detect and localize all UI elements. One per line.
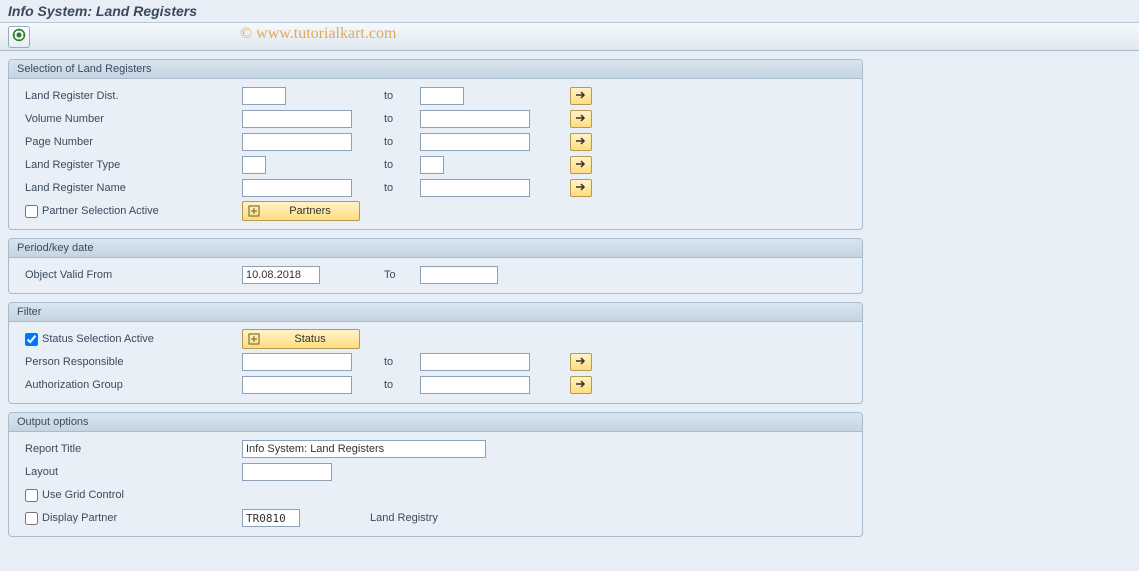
- label-report-title: Report Title: [17, 443, 242, 455]
- land-register-dist-to-input[interactable]: [420, 87, 464, 105]
- display-partner-desc: Land Registry: [370, 512, 438, 524]
- arrow-right-icon: [575, 379, 587, 392]
- person-from-input[interactable]: [242, 353, 352, 371]
- label-status-active: Status Selection Active: [17, 333, 242, 346]
- group-filter-header: Filter: [9, 303, 862, 322]
- auth-from-input[interactable]: [242, 376, 352, 394]
- group-selection-header: Selection of Land Registers: [9, 60, 862, 79]
- multi-select-page-button[interactable]: [570, 133, 592, 151]
- group-output-header: Output options: [9, 413, 862, 432]
- expand-icon: [247, 204, 261, 218]
- land-register-dist-from-input[interactable]: [242, 87, 286, 105]
- label-page-number: Page Number: [17, 136, 242, 148]
- multi-select-name-button[interactable]: [570, 179, 592, 197]
- execute-icon: [12, 28, 26, 45]
- report-title-input[interactable]: [242, 440, 486, 458]
- expand-icon: [247, 332, 261, 346]
- watermark: © www.tutorialkart.com: [240, 25, 396, 43]
- label-land-register-dist: Land Register Dist.: [17, 90, 242, 102]
- to-label: to: [372, 159, 420, 171]
- multi-select-dist-button[interactable]: [570, 87, 592, 105]
- auth-to-input[interactable]: [420, 376, 530, 394]
- grid-checkbox[interactable]: [25, 489, 38, 502]
- to-label: to: [372, 182, 420, 194]
- multi-select-auth-button[interactable]: [570, 376, 592, 394]
- arrow-right-icon: [575, 136, 587, 149]
- person-to-input[interactable]: [420, 353, 530, 371]
- to-label: to: [372, 379, 420, 391]
- to-label: to: [372, 356, 420, 368]
- partner-active-checkbox[interactable]: [25, 205, 38, 218]
- partner-active-text: Partner Selection Active: [42, 205, 159, 217]
- to-label: to: [372, 136, 420, 148]
- label-land-register-name: Land Register Name: [17, 182, 242, 194]
- arrow-right-icon: [575, 159, 587, 172]
- volume-to-input[interactable]: [420, 110, 530, 128]
- volume-from-input[interactable]: [242, 110, 352, 128]
- name-to-input[interactable]: [420, 179, 530, 197]
- to-label: To: [372, 269, 420, 281]
- to-label: to: [372, 90, 420, 102]
- type-from-input[interactable]: [242, 156, 266, 174]
- label-land-register-type: Land Register Type: [17, 159, 242, 171]
- page-to-input[interactable]: [420, 133, 530, 151]
- partners-btn-label: Partners: [265, 205, 355, 217]
- display-partner-checkbox[interactable]: [25, 512, 38, 525]
- label-partner-active: Partner Selection Active: [17, 205, 242, 218]
- display-partner-code-input[interactable]: [242, 509, 300, 527]
- content-area: Selection of Land Registers Land Registe…: [0, 51, 1139, 553]
- label-layout: Layout: [17, 466, 242, 478]
- label-volume-number: Volume Number: [17, 113, 242, 125]
- type-to-input[interactable]: [420, 156, 444, 174]
- valid-to-input[interactable]: [420, 266, 498, 284]
- partners-button[interactable]: Partners: [242, 201, 360, 221]
- group-period-header: Period/key date: [9, 239, 862, 258]
- group-period: Period/key date Object Valid From To: [8, 238, 863, 294]
- status-active-checkbox[interactable]: [25, 333, 38, 346]
- to-label: to: [372, 113, 420, 125]
- name-from-input[interactable]: [242, 179, 352, 197]
- layout-input[interactable]: [242, 463, 332, 481]
- label-auth-group: Authorization Group: [17, 379, 242, 391]
- multi-select-person-button[interactable]: [570, 353, 592, 371]
- page-from-input[interactable]: [242, 133, 352, 151]
- status-active-text: Status Selection Active: [42, 333, 154, 345]
- page-title: Info System: Land Registers: [0, 0, 1139, 23]
- execute-button[interactable]: [8, 26, 30, 48]
- arrow-right-icon: [575, 356, 587, 369]
- arrow-right-icon: [575, 113, 587, 126]
- group-selection: Selection of Land Registers Land Registe…: [8, 59, 863, 230]
- arrow-right-icon: [575, 90, 587, 103]
- label-person-responsible: Person Responsible: [17, 356, 242, 368]
- status-button[interactable]: Status: [242, 329, 360, 349]
- label-grid: Use Grid Control: [17, 489, 242, 502]
- label-valid-from: Object Valid From: [17, 269, 242, 281]
- multi-select-type-button[interactable]: [570, 156, 592, 174]
- group-filter: Filter Status Selection Active Status Pe…: [8, 302, 863, 404]
- grid-text: Use Grid Control: [42, 489, 124, 501]
- status-btn-label: Status: [265, 333, 355, 345]
- label-display-partner: Display Partner: [17, 512, 242, 525]
- group-output: Output options Report Title Layout Use G…: [8, 412, 863, 537]
- arrow-right-icon: [575, 182, 587, 195]
- valid-from-input[interactable]: [242, 266, 320, 284]
- toolbar: © www.tutorialkart.com: [0, 23, 1139, 51]
- multi-select-volume-button[interactable]: [570, 110, 592, 128]
- display-partner-text: Display Partner: [42, 512, 117, 524]
